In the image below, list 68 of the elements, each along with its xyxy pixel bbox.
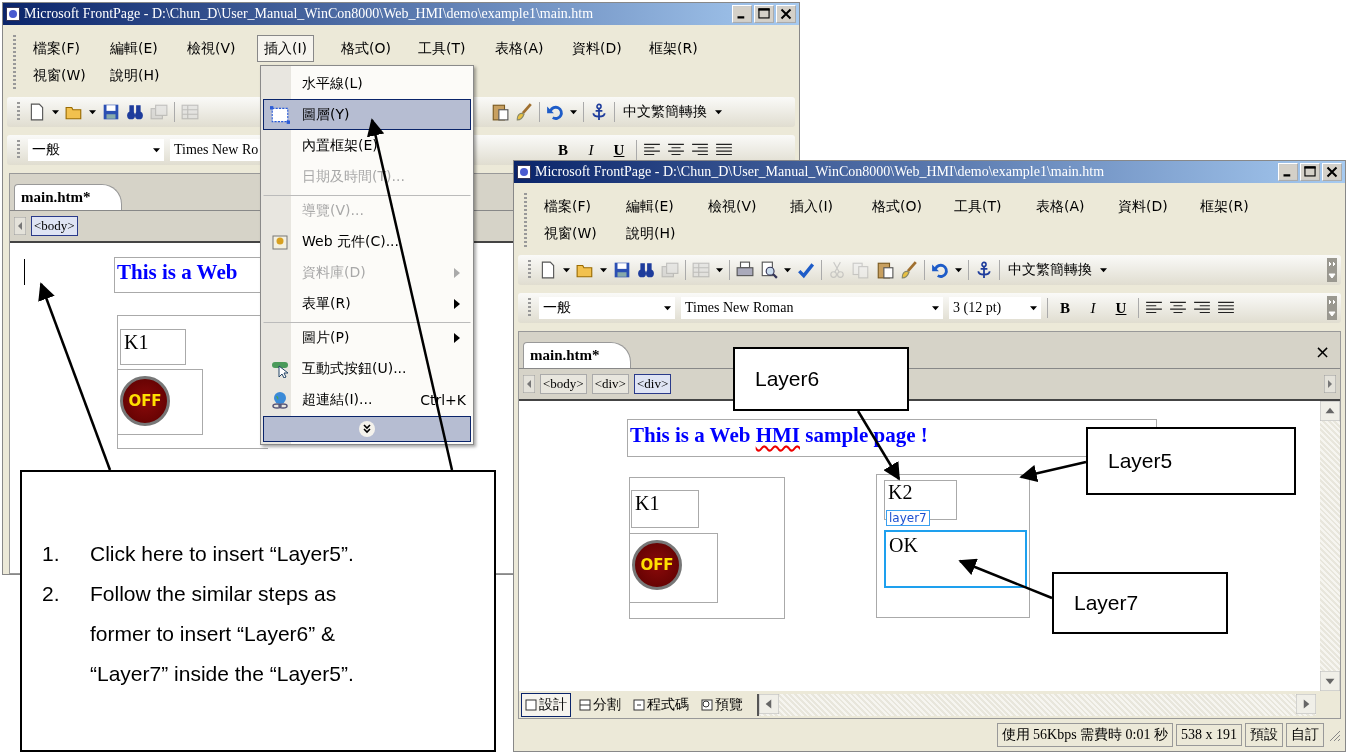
view-tab[interactable]: 分割: [575, 692, 625, 717]
menu-item[interactable]: 圖片(P): [263, 322, 471, 353]
step-text: Click here to insert “Layer5”.: [90, 541, 355, 567]
font-dropdown[interactable]: Times New Roman: [681, 297, 943, 319]
menu-item[interactable]: 圖層(Y): [263, 99, 471, 130]
layer-tag: layer7: [886, 510, 930, 526]
tag-breadcrumb[interactable]: <div>: [591, 374, 629, 394]
size-dropdown[interactable]: 3 (12 pt): [949, 297, 1041, 319]
menu-item[interactable]: 格式(O): [865, 193, 929, 220]
format-button[interactable]: U: [608, 141, 630, 159]
menu-item[interactable]: 插入(I): [257, 35, 315, 62]
menu-item[interactable]: 編輯(E): [619, 193, 681, 220]
view-tab[interactable]: 程式碼: [629, 692, 693, 717]
view-tab[interactable]: 預覽: [697, 692, 747, 717]
menu-item[interactable]: 表格(A): [488, 35, 551, 62]
callout-label: Layer7: [1052, 572, 1228, 634]
menu-item[interactable]: 表單(R): [263, 288, 471, 319]
menu-item[interactable]: 工具(T): [947, 193, 1009, 220]
menu-item[interactable]: 表格(A): [1029, 193, 1092, 220]
menu-item[interactable]: 說明(H): [103, 62, 167, 89]
close-document-button[interactable]: ×: [1308, 341, 1336, 368]
convert-button[interactable]: 中文繁簡轉換: [1006, 259, 1094, 281]
layer-label: K1: [631, 490, 699, 528]
step-text: Follow the similar steps as former to insert “Layer6” & “Layer7” inside the “Layer5”.: [90, 581, 355, 687]
view-tab[interactable]: 設計: [521, 692, 571, 717]
menu-item[interactable]: 檔案(F): [26, 35, 87, 62]
menu-item[interactable]: 格式(O): [334, 35, 398, 62]
tag-breadcrumb[interactable]: <body>: [540, 374, 587, 394]
tag-breadcrumb[interactable]: <body>: [31, 216, 78, 236]
menu-item[interactable]: 框架(R): [1193, 193, 1256, 220]
menu-item[interactable]: 編輯(E): [103, 35, 165, 62]
style-dropdown[interactable]: 一般: [539, 297, 675, 319]
menu-item[interactable]: 互動式按鈕(U)...: [263, 353, 471, 384]
menu-item[interactable]: 檢視(V): [701, 193, 764, 220]
callout-label: Layer5: [1086, 427, 1296, 495]
menu-item[interactable]: 插入(I): [783, 193, 841, 220]
menu-item[interactable]: 工具(T): [411, 35, 473, 62]
menu-item[interactable]: 視窗(W): [26, 62, 93, 89]
menu-item[interactable]: 說明(H): [619, 220, 683, 247]
menu-item[interactable]: 資料(D): [565, 35, 629, 62]
menu-item[interactable]: 框架(R): [642, 35, 705, 62]
selected-layer[interactable]: OK: [884, 530, 1027, 588]
window-title: Microsoft FrontPage - D:\Chun_D\User_Manual_WinCon8000\Web_HMI\demo\example1\main.htm: [535, 164, 1105, 180]
format-button[interactable]: U: [1110, 299, 1132, 317]
menu-item[interactable]: Web 元件(C)...: [263, 226, 471, 257]
status-text: 使用 56Kbps 需費時 0:01 秒: [996, 723, 1173, 747]
menu-item[interactable]: 資料(D): [1111, 193, 1175, 220]
format-button[interactable]: I: [1082, 299, 1104, 317]
layer-label: K1: [120, 329, 186, 365]
convert-button[interactable]: 中文繁簡轉換: [621, 101, 709, 123]
format-button[interactable]: B: [1054, 299, 1076, 317]
status-text: 預設: [1245, 723, 1283, 747]
menu-item[interactable]: 視窗(W): [537, 220, 604, 247]
tag-breadcrumb[interactable]: <div>: [633, 374, 672, 394]
format-button[interactable]: B: [552, 141, 574, 159]
window-title: Microsoft FrontPage - D:\Chun_D\User_Manual_WinCon8000\Web_HMI\demo\example1\main.htm: [24, 6, 594, 22]
menu-item[interactable]: 水平線(L): [263, 68, 471, 99]
status-text: 538 x 191: [1176, 724, 1242, 746]
document-tab[interactable]: main.htm*: [14, 184, 122, 210]
callout-label: Layer6: [733, 347, 909, 411]
step-number: 1.: [42, 541, 61, 567]
style-dropdown[interactable]: 一般: [28, 139, 164, 161]
menu-item[interactable]: 檢視(V): [180, 35, 243, 62]
document-tab[interactable]: main.htm*: [523, 342, 631, 368]
format-button[interactable]: I: [580, 141, 602, 159]
status-text: 自訂: [1286, 723, 1324, 747]
menu-item[interactable]: 檔案(F): [537, 193, 598, 220]
step-number: 2.: [42, 581, 61, 607]
